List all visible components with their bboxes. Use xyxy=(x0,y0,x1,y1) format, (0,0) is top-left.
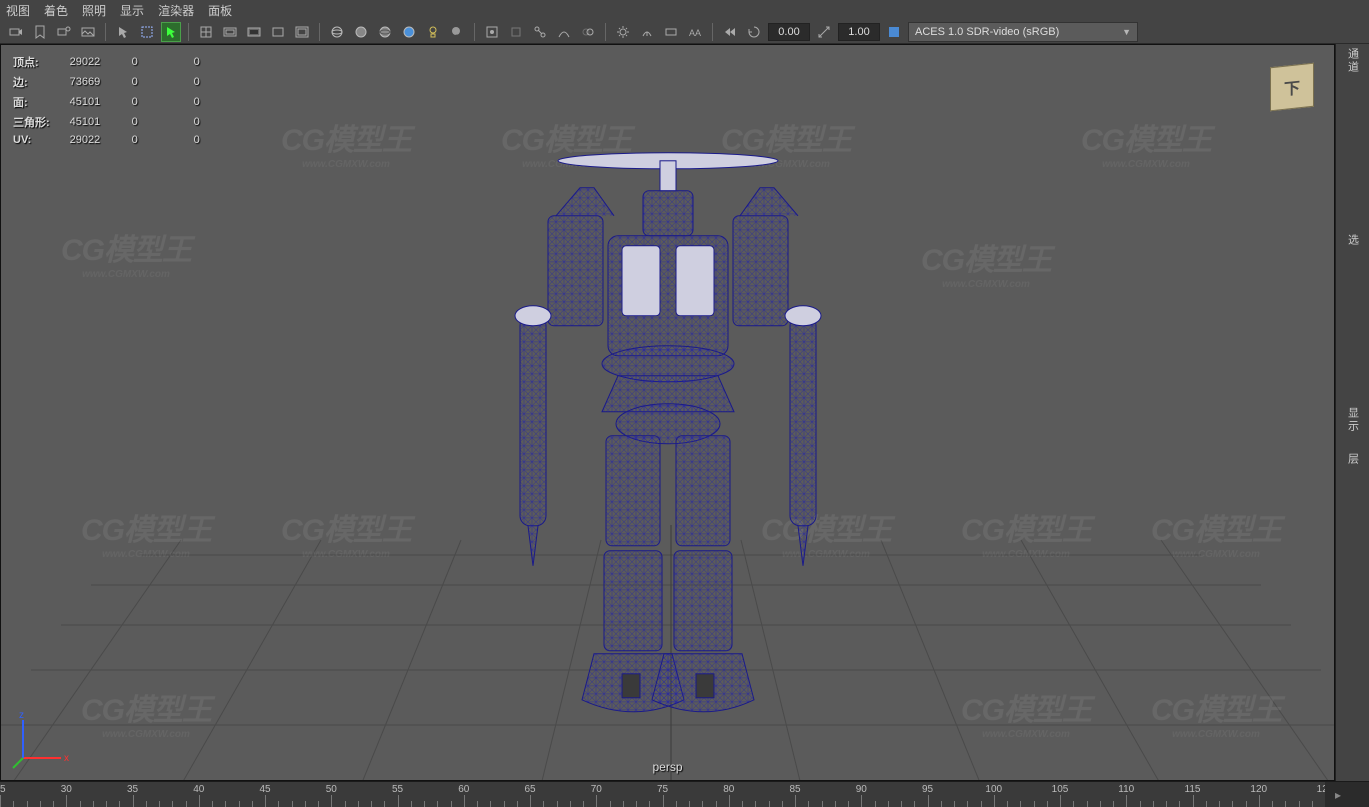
use-lights-icon[interactable] xyxy=(423,22,443,42)
bookmark-icon[interactable] xyxy=(30,22,50,42)
view-cube[interactable]: 下 xyxy=(1264,59,1320,115)
grid-icon[interactable] xyxy=(196,22,216,42)
viewcube-face[interactable]: 下 xyxy=(1270,63,1314,112)
svg-text:z: z xyxy=(19,710,24,721)
gamma-icon[interactable] xyxy=(637,22,657,42)
axis-gizmo: x z xyxy=(11,710,71,770)
main-area: CG模型王www.CGMXW.com CG模型王www.CGMXW.com CG… xyxy=(0,44,1369,781)
wireframe-icon[interactable] xyxy=(327,22,347,42)
exposure-icon[interactable] xyxy=(613,22,633,42)
color-chip-icon[interactable] xyxy=(884,22,904,42)
watermark: CG模型王www.CGMXW.com xyxy=(81,685,211,740)
separator xyxy=(105,23,106,41)
hud-row-uvs: UV:2902200 xyxy=(13,133,254,147)
film-gate-icon[interactable] xyxy=(220,22,240,42)
cursor-icon[interactable] xyxy=(113,22,133,42)
aa-icon[interactable]: AA xyxy=(685,22,705,42)
watermark: CG模型王www.CGMXW.com xyxy=(281,115,411,170)
svg-text:AA: AA xyxy=(689,28,701,38)
viewport-toolbar: AA ACES 1.0 SDR-video (sRGB) ▼ xyxy=(0,20,1369,44)
time-track[interactable]: 2530354045505560657075808590951001051101… xyxy=(0,782,1325,807)
textured-icon[interactable] xyxy=(399,22,419,42)
time-slider[interactable]: 2530354045505560657075808590951001051101… xyxy=(0,781,1369,807)
watermark: CG模型王www.CGMXW.com xyxy=(1151,685,1281,740)
menu-renderer[interactable]: 渲染器 xyxy=(158,2,194,19)
highlight-select-icon[interactable] xyxy=(161,22,181,42)
hud-row-faces: 面:4510100 xyxy=(13,93,254,111)
watermark: CG模型王www.CGMXW.com xyxy=(921,235,1051,290)
spin-value-input[interactable] xyxy=(768,23,810,41)
watermark: CG模型王www.CGMXW.com xyxy=(1081,115,1211,170)
resolution-gate-icon[interactable] xyxy=(268,22,288,42)
ghosting-icon[interactable] xyxy=(578,22,598,42)
menu-lighting[interactable]: 照明 xyxy=(82,2,106,19)
panel-tab-select[interactable]: 选 xyxy=(1345,234,1361,247)
scroll-right-icon[interactable]: ▸ xyxy=(1325,782,1351,807)
separator xyxy=(712,23,713,41)
colorspace-label: ACES 1.0 SDR-video (sRGB) xyxy=(915,26,1059,38)
colorspace-dropdown[interactable]: ACES 1.0 SDR-video (sRGB) ▼ xyxy=(908,22,1138,42)
xray-icon[interactable] xyxy=(506,22,526,42)
separator xyxy=(188,23,189,41)
image-plane-icon[interactable] xyxy=(78,22,98,42)
shadows-icon[interactable] xyxy=(447,22,467,42)
panel-tab-layer[interactable]: 层 xyxy=(1345,453,1361,466)
polycount-hud: 顶点:2902200 边:7366900 面:4510100 三角形:45101… xyxy=(11,51,256,149)
watermark: CG模型王www.CGMXW.com xyxy=(61,225,191,280)
xray-joints-icon[interactable] xyxy=(530,22,550,42)
spin-icon[interactable] xyxy=(744,22,764,42)
marquee-icon[interactable] xyxy=(137,22,157,42)
camera-label: persp xyxy=(652,760,682,774)
gate-mask-icon[interactable] xyxy=(244,22,264,42)
view-transform-icon[interactable] xyxy=(661,22,681,42)
viewport[interactable]: CG模型王www.CGMXW.com CG模型王www.CGMXW.com CG… xyxy=(0,44,1335,781)
motion-trail-icon[interactable] xyxy=(554,22,574,42)
scroll-corner xyxy=(1351,782,1369,807)
menu-show[interactable]: 显示 xyxy=(120,2,144,19)
separator xyxy=(474,23,475,41)
menu-shading[interactable]: 着色 xyxy=(44,2,68,19)
rewind-icon[interactable] xyxy=(720,22,740,42)
separator xyxy=(605,23,606,41)
hud-row-verts: 顶点:2902200 xyxy=(13,53,254,71)
isolate-icon[interactable] xyxy=(482,22,502,42)
scale-value-input[interactable] xyxy=(838,23,880,41)
chevron-down-icon: ▼ xyxy=(1122,27,1131,37)
separator xyxy=(319,23,320,41)
safe-action-icon[interactable] xyxy=(292,22,312,42)
scale-icon[interactable] xyxy=(814,22,834,42)
watermark: CG模型王www.CGMXW.com xyxy=(281,505,411,560)
svg-text:x: x xyxy=(64,753,69,764)
menu-view[interactable]: 视图 xyxy=(6,2,30,19)
panel-tab-display[interactable]: 显示 xyxy=(1345,407,1361,433)
shaded-wire-icon[interactable] xyxy=(375,22,395,42)
shaded-icon[interactable] xyxy=(351,22,371,42)
watermark: CG模型王www.CGMXW.com xyxy=(81,505,211,560)
watermark: CG模型王www.CGMXW.com xyxy=(1151,505,1281,560)
select-camera-icon[interactable] xyxy=(6,22,26,42)
menu-panels[interactable]: 面板 xyxy=(208,2,232,19)
hud-row-edges: 边:7366900 xyxy=(13,73,254,91)
watermark: CG模型王www.CGMXW.com xyxy=(961,505,1091,560)
panel-tab-channel[interactable]: 通道 xyxy=(1345,48,1361,74)
watermark: CG模型王www.CGMXW.com xyxy=(961,685,1091,740)
camera-settings-icon[interactable] xyxy=(54,22,74,42)
side-panel: 通道 选 显示 层 xyxy=(1335,44,1369,781)
viewport-menubar: 视图 着色 照明 显示 渲染器 面板 xyxy=(0,0,1369,20)
hud-row-tris: 三角形:4510100 xyxy=(13,113,254,131)
mesh-robot[interactable] xyxy=(408,105,928,745)
